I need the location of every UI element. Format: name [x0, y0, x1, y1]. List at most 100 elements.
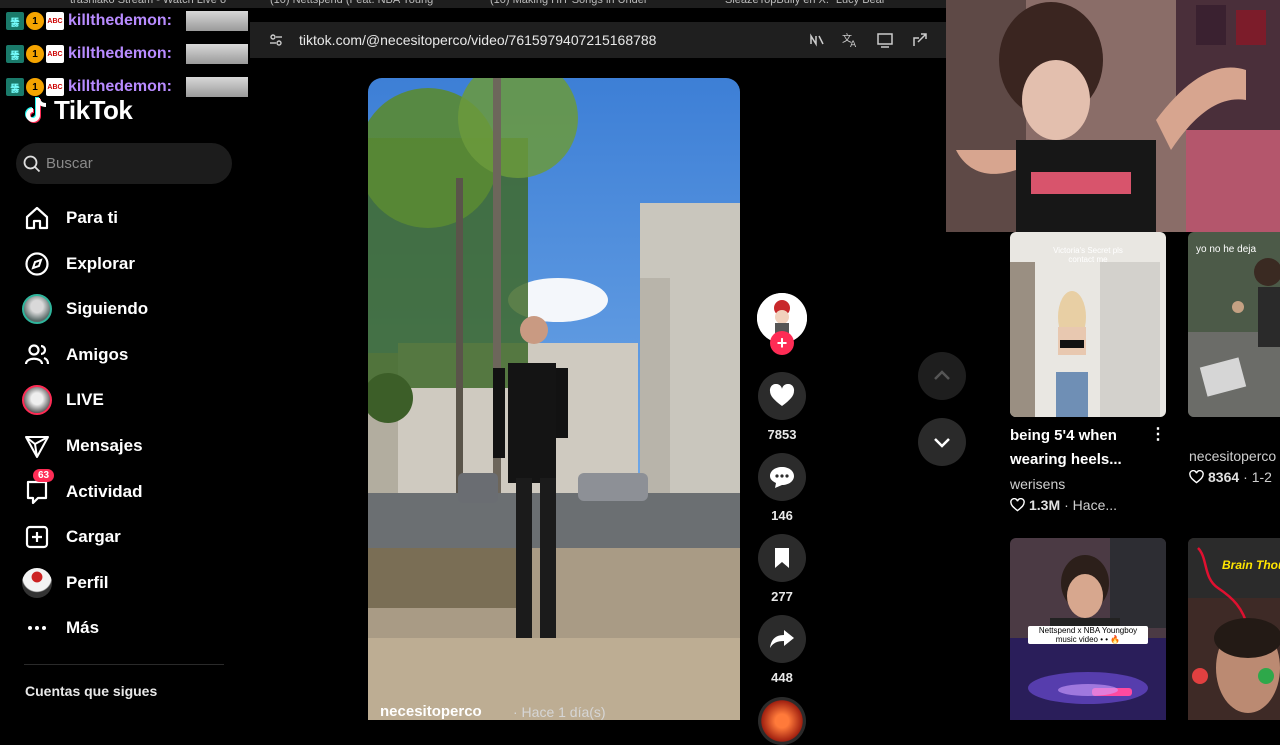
- logo-text: TikTok: [54, 94, 133, 125]
- share-button[interactable]: [758, 615, 806, 663]
- sidebar-item-mas[interactable]: Más: [20, 608, 230, 648]
- recommended-video-thumbnail[interactable]: yo no he deja: [1188, 232, 1280, 417]
- video-date: · Hace 1 día(s): [513, 704, 606, 720]
- tiktok-logo[interactable]: TikTok: [24, 94, 133, 126]
- share-arrow-icon: [770, 630, 794, 648]
- sidebar-item-label: Explorar: [66, 254, 135, 273]
- next-video-button[interactable]: [918, 418, 966, 466]
- subscriber-badge-icon: 뚫: [6, 78, 24, 96]
- comment-count: 146: [771, 508, 793, 523]
- bookmark-icon: [775, 548, 789, 568]
- sound-disc-icon[interactable]: [758, 697, 806, 745]
- save-button[interactable]: [758, 534, 806, 582]
- sidebar-item-amigos[interactable]: Amigos: [20, 335, 230, 375]
- sidebar-item-actividad[interactable]: 63 Actividad: [20, 469, 230, 512]
- chat-emote: [186, 44, 248, 64]
- sidebar-item-label: LIVE: [66, 390, 104, 409]
- more-icon: [20, 611, 54, 645]
- home-icon: [20, 201, 54, 235]
- tiktok-note-icon: [25, 97, 47, 123]
- browser-tab[interactable]: SleazeTopBully en X: "Lucy Bear: [725, 0, 885, 8]
- previous-video-button[interactable]: [918, 352, 966, 400]
- browser-tab-strip: trashiako Stream - Watch Live o (10) Net…: [0, 0, 946, 8]
- view-count: 8364: [1208, 469, 1240, 485]
- address-bar[interactable]: tiktok.com/@necesitoperco/video/76159794…: [250, 22, 946, 58]
- sidebar-item-para-ti[interactable]: Para ti: [20, 198, 230, 238]
- chevron-down-icon: [934, 438, 950, 448]
- live-avatar: [20, 383, 54, 417]
- follow-button[interactable]: +: [770, 331, 794, 355]
- view-count: 1.3M: [1029, 497, 1061, 513]
- heart-outline-icon: [1189, 470, 1204, 484]
- video-age: · Hace...: [1064, 497, 1118, 513]
- sidebar-item-label: Actividad: [66, 482, 143, 501]
- abc-badge-icon: ABC: [46, 45, 64, 63]
- following-avatar: [20, 292, 54, 326]
- share-page-icon[interactable]: [911, 31, 929, 49]
- search-placeholder: Buscar: [46, 155, 93, 172]
- abc-badge-icon: ABC: [46, 12, 64, 30]
- following-section-title: Cuentas que sigues: [25, 683, 158, 699]
- friends-icon: [20, 338, 54, 372]
- chat-username: killthedemon:: [68, 45, 173, 62]
- tier-badge: 1: [26, 12, 44, 30]
- sidebar-item-label: Perfil: [66, 573, 109, 592]
- recommended-video-thumbnail[interactable]: Brain Thou: [1188, 538, 1280, 720]
- thumbnail-overlay-text: Victoria's Secret pls contact me: [1053, 246, 1123, 264]
- sidebar-item-mensajes[interactable]: Mensajes: [20, 426, 230, 466]
- inbox-icon: 63: [20, 469, 55, 509]
- thumbnail-overlay-text: Nettspend x NBA Youngboy music video • •…: [1028, 626, 1148, 644]
- subscriber-badge-icon: 뚫: [6, 12, 24, 30]
- sidebar-item-label: Más: [66, 618, 100, 637]
- share-count: 448: [771, 670, 793, 685]
- chevron-up-icon: [934, 370, 950, 380]
- sidebar-item-siguiendo[interactable]: Siguiendo: [20, 289, 230, 329]
- recommended-video-title[interactable]: being 5'4 when wearing heels...: [1010, 424, 1150, 472]
- sidebar-divider: [24, 664, 224, 665]
- translate-icon[interactable]: 文 A: [841, 31, 859, 49]
- plus-square-icon: [20, 520, 54, 554]
- svg-text:A: A: [850, 40, 857, 49]
- profile-avatar: [20, 566, 54, 600]
- chat-message: 뚫 1 ABC killthedemon:: [6, 10, 172, 32]
- recommended-video-stats: 8364 · 1-2: [1189, 469, 1272, 485]
- browser-tab[interactable]: (10) Nettspend (Feat. NBA Young: [270, 0, 433, 8]
- video-author[interactable]: necesitoperco: [380, 703, 482, 720]
- notification-badge: 63: [33, 469, 55, 482]
- sidebar-item-label: Para ti: [66, 208, 118, 227]
- webcam-overlay: [946, 0, 1280, 232]
- thumbnail-overlay-text: yo no he deja: [1196, 244, 1257, 255]
- video-frame: [368, 78, 740, 720]
- url-text[interactable]: tiktok.com/@necesitoperco/video/76159794…: [299, 32, 656, 48]
- search-input[interactable]: Buscar: [16, 143, 232, 184]
- browser-tab[interactable]: trashiako Stream - Watch Live o: [70, 0, 226, 8]
- recommended-video-author[interactable]: necesitoperco: [1189, 448, 1276, 464]
- sidebar-item-explorar[interactable]: Explorar: [20, 244, 230, 284]
- site-settings-icon[interactable]: [268, 32, 284, 48]
- recommended-video-thumbnail[interactable]: Victoria's Secret pls contact me: [1010, 232, 1166, 417]
- comment-button[interactable]: [758, 453, 806, 501]
- more-options-icon[interactable]: ⋮: [1150, 424, 1166, 444]
- sidebar-item-label: Amigos: [66, 345, 129, 364]
- like-button[interactable]: [758, 372, 806, 420]
- paper-plane-icon: [20, 429, 54, 463]
- browser-tab[interactable]: (10) Making HIT Songs in Under: [490, 0, 648, 8]
- recommended-video-author[interactable]: werisens: [1010, 476, 1065, 492]
- chat-message: 뚫 1 ABC killthedemon:: [6, 43, 172, 65]
- sidebar-item-perfil[interactable]: Perfil: [20, 563, 230, 603]
- chat-emote: [186, 77, 248, 97]
- sidebar-item-label: Cargar: [66, 527, 121, 546]
- webcam-image: [946, 0, 1280, 232]
- comment-icon: [770, 467, 794, 488]
- sidebar-item-cargar[interactable]: Cargar: [20, 517, 230, 557]
- thumbnail-image: [1188, 232, 1280, 417]
- video-player[interactable]: [368, 78, 740, 720]
- recommended-video-thumbnail[interactable]: Nettspend x NBA Youngboy music video • •…: [1010, 538, 1166, 720]
- subscriber-badge-icon: 뚫: [6, 45, 24, 63]
- no-tracking-icon[interactable]: [808, 31, 826, 49]
- sidebar-item-live[interactable]: LIVE: [20, 380, 230, 420]
- sidebar-item-label: Siguiendo: [66, 299, 149, 318]
- tier-badge: 1: [26, 45, 44, 63]
- cast-icon[interactable]: [876, 31, 894, 49]
- sidebar-item-label: Mensajes: [66, 436, 143, 455]
